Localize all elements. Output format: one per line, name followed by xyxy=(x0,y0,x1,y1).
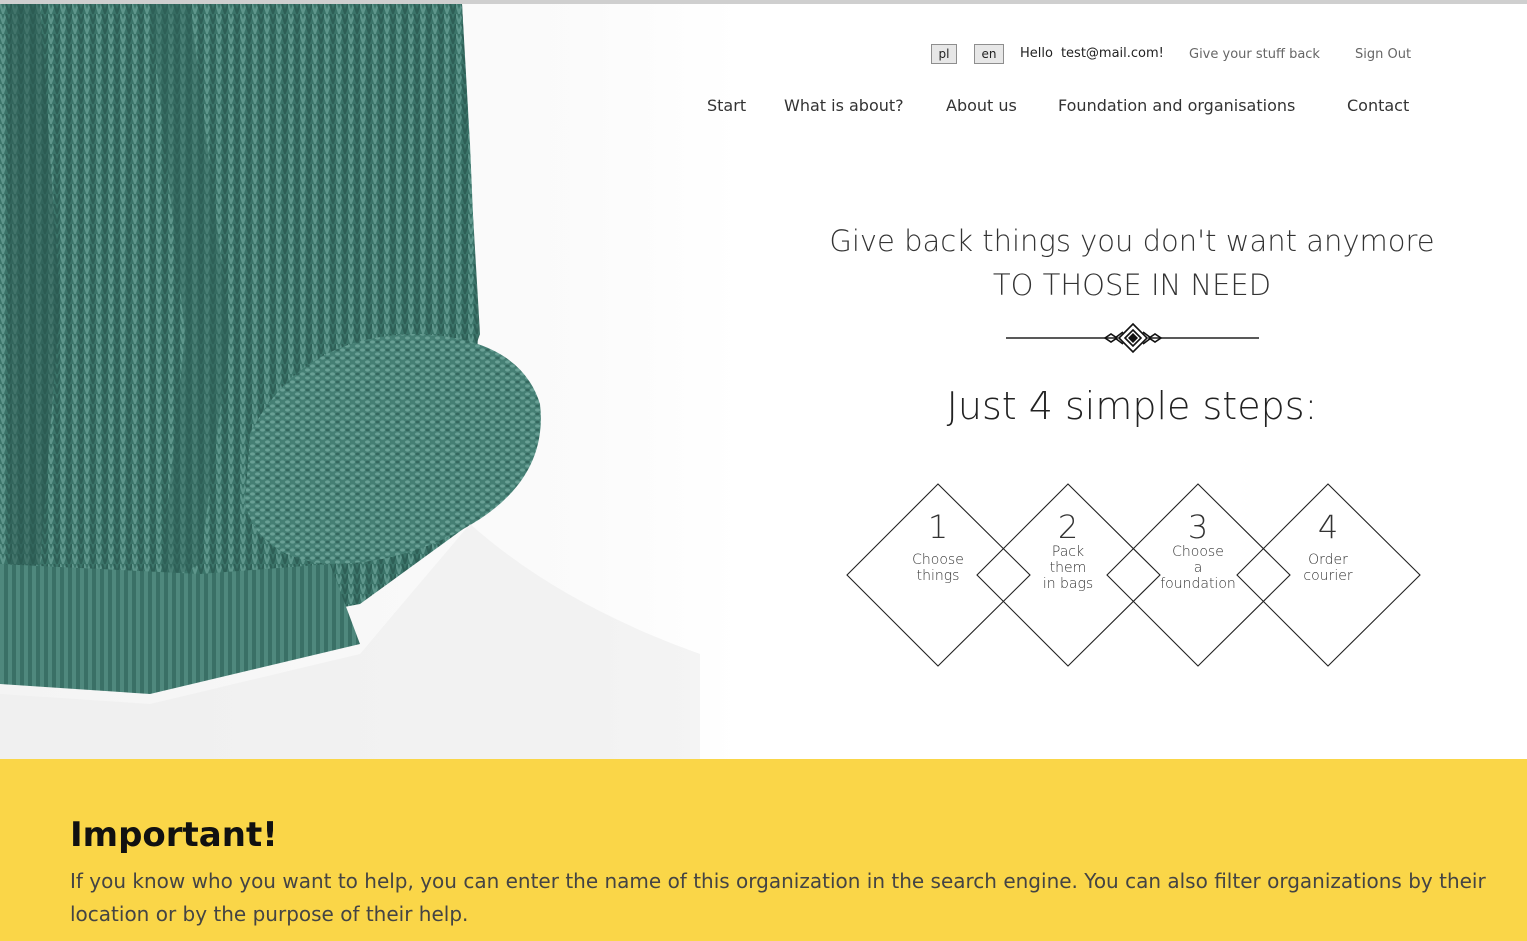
nav-start[interactable]: Start xyxy=(707,96,746,115)
steps-diagram: 1 Choose things 2 Pack them in bags 3 Ch… xyxy=(840,480,1430,670)
divider-ornament-icon xyxy=(1005,322,1261,362)
language-pl-button[interactable]: pl xyxy=(931,44,957,64)
nav-what-is-about[interactable]: What is about? xyxy=(784,96,904,115)
greeting-label: Hello xyxy=(1020,46,1053,61)
step-label-line: courier xyxy=(1303,568,1353,584)
step-label-line: Choose xyxy=(1172,544,1224,560)
important-text: If you know who you want to help, you ca… xyxy=(70,869,1486,926)
steps-title: Just 4 simple steps: xyxy=(946,384,1318,428)
step-label-line: things xyxy=(916,568,960,584)
user-email: test@mail.com! xyxy=(1060,46,1164,61)
nav-about-us[interactable]: About us xyxy=(946,96,1017,115)
step-4: 4 Order courier xyxy=(1236,480,1420,670)
step-label-line: a xyxy=(1193,560,1203,576)
language-en-button[interactable]: en xyxy=(974,44,1004,64)
hero-section: pl en Hello test@mail.com! Give your stuf… xyxy=(0,4,1527,759)
important-title: Important! xyxy=(70,815,278,855)
sign-out-link[interactable]: Sign Out xyxy=(1355,47,1411,62)
step-label: Choose things xyxy=(888,552,988,584)
step-label-line: Pack xyxy=(1051,544,1085,560)
step-label-line: Choose xyxy=(912,552,964,568)
step-number: 4 xyxy=(1317,508,1339,546)
step-label-line: them xyxy=(1049,560,1087,576)
step-label: Pack them in bags xyxy=(1018,544,1118,592)
step-label: Order courier xyxy=(1278,552,1378,584)
main-navigation: Start What is about? About us Foundation… xyxy=(0,96,1527,120)
nav-foundations[interactable]: Foundation and organisations xyxy=(1058,96,1295,115)
user-greeting: Hello test@mail.com! xyxy=(1020,46,1164,61)
step-label: Choose a foundation xyxy=(1148,544,1248,592)
step-label-line: in bags xyxy=(1042,576,1094,592)
hero-headline: Give back things you don't want anymore xyxy=(829,224,1435,258)
page: pl en Hello test@mail.com! Give your stuf… xyxy=(0,0,1527,941)
give-stuff-back-link[interactable]: Give your stuff back xyxy=(1189,47,1320,62)
important-section: Important! If you know who you want to h… xyxy=(0,759,1527,941)
step-label-line: Order xyxy=(1308,552,1348,568)
step-label-line: foundation xyxy=(1160,576,1236,592)
hero-subheadline: TO THOSE IN NEED xyxy=(992,268,1272,302)
nav-contact[interactable]: Contact xyxy=(1347,96,1409,115)
